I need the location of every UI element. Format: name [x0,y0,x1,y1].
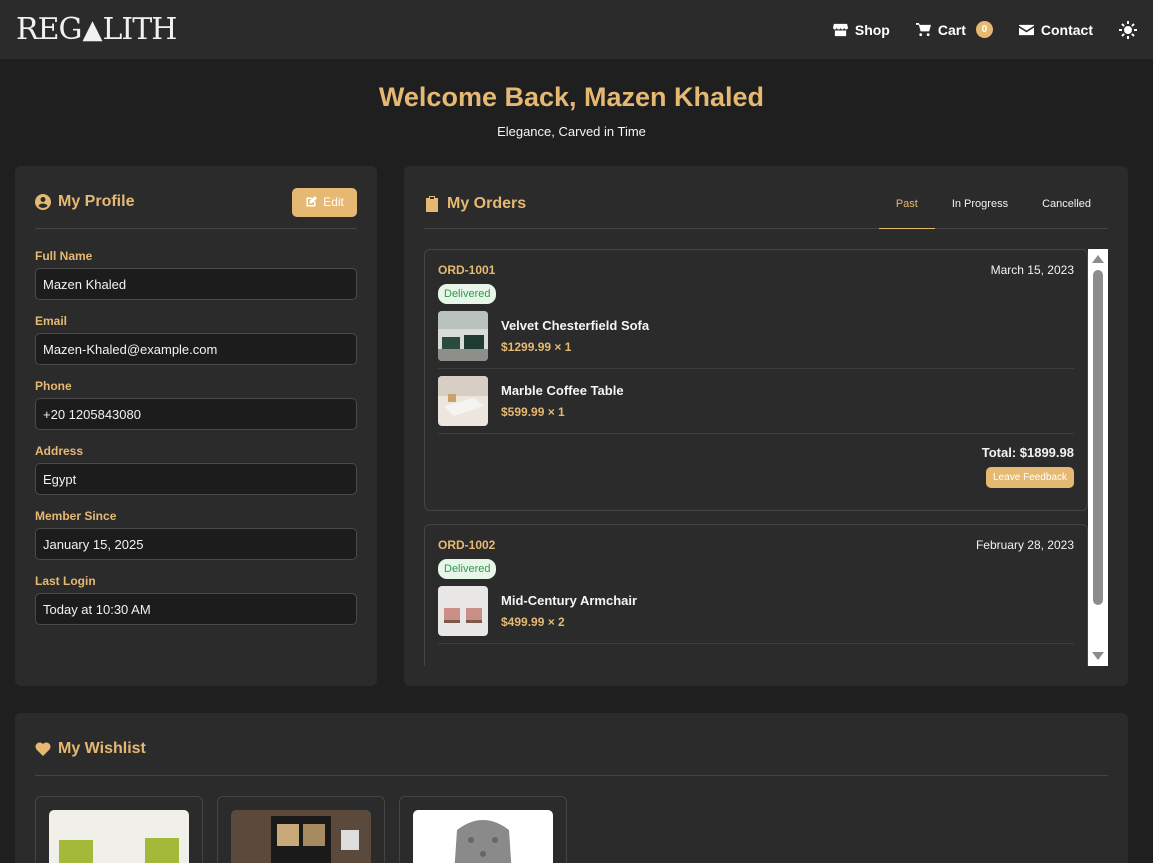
tab-cancelled[interactable]: Cancelled [1025,180,1108,228]
profile-card: My Profile Edit Full Name Email Phone Ad… [15,166,377,686]
scroll-down-arrow-icon[interactable] [1092,652,1104,660]
page-subtitle: Elegance, Carved in Time [497,124,646,139]
page-title: Welcome Back, Mazen Khaled [378,82,765,112]
orders-header: My Orders Past In Progress Cancelled [424,186,1108,229]
orders-title: My Orders [424,195,526,213]
tab-past[interactable]: Past [878,180,935,229]
field-phone: Phone [35,379,357,430]
field-label: Full Name [35,249,93,263]
field-email: Email [35,314,357,365]
nav-contact-link[interactable]: Contact [1018,21,1093,38]
product-thumbnail [438,376,488,426]
wishlist-item[interactable] [399,796,567,863]
edit-profile-button[interactable]: Edit [292,187,357,217]
full-name-field[interactable] [35,268,357,300]
store-icon [832,23,848,37]
order-date: March 15, 2023 [990,263,1074,277]
phone-field[interactable] [35,398,357,430]
field-label: Email [35,314,68,328]
last-login-field[interactable] [35,593,357,625]
field-label: Phone [35,379,72,393]
orders-tabs: Past In Progress Cancelled [878,186,1108,229]
field-member-since: Member Since [35,509,357,560]
field-address: Address [35,444,357,495]
item-price: $599.99 × 1 [501,405,565,419]
order-total: Total: $1899.98 [981,445,1074,460]
leave-feedback-button[interactable]: Leave Feedback [986,467,1074,488]
order-card: ORD-1002 February 28, 2023 Delivered Mid… [424,524,1088,666]
order-item: Mid-Century Armchair $499.99 × 2 [438,579,1074,644]
orders-scrollbar[interactable] [1088,249,1108,666]
cart-icon [915,22,931,37]
product-thumbnail [438,586,488,636]
nav-shop-label: Shop [854,21,890,38]
orders-card: My Orders Past In Progress Cancelled ORD… [404,166,1128,686]
field-full-name: Full Name [35,249,357,300]
field-label: Last Login [35,574,96,588]
order-item: Velvet Chesterfield Sofa $1299.99 × 1 [438,304,1074,369]
item-name: Velvet Chesterfield Sofa [501,318,650,333]
scroll-up-arrow-icon[interactable] [1092,255,1104,263]
wishlist-title: My Wishlist [35,740,146,758]
profile-header: My Profile Edit [35,186,357,229]
item-price: $499.99 × 2 [501,615,565,629]
scrollbar-thumb[interactable] [1093,270,1103,605]
item-price: $1299.99 × 1 [501,340,572,354]
orders-list[interactable]: ORD-1001 March 15, 2023 Delivered Velvet… [424,249,1108,666]
order-id: ORD-1002 [438,538,496,552]
profile-title-text: My Profile [58,193,135,210]
item-name: Marble Coffee Table [501,383,624,398]
orders-title-text: My Orders [447,195,527,212]
wishlist-grid [35,796,1108,863]
nav-cart-link[interactable]: Cart 0 [915,21,993,38]
envelope-icon [1018,24,1034,36]
nav-contact-label: Contact [1040,21,1093,38]
user-circle-icon [35,194,51,210]
status-badge: Delivered [438,559,497,579]
nav-links: Shop Cart 0 Contact [832,20,1137,39]
address-field[interactable] [35,463,357,495]
order-card: ORD-1001 March 15, 2023 Delivered Velvet… [424,249,1088,511]
nav-cart-label: Cart [937,21,966,38]
order-id: ORD-1001 [438,263,496,277]
wishlist-card: My Wishlist [15,713,1128,863]
product-image [49,810,189,863]
product-thumbnail [438,311,488,361]
clipboard-icon [426,196,438,212]
item-name: Mid-Century Armchair [501,593,638,608]
field-label: Member Since [35,509,117,523]
member-since-field[interactable] [35,528,357,560]
wishlist-item[interactable] [35,796,203,863]
cart-count-badge: 0 [975,21,993,38]
profile-title: My Profile [35,193,134,211]
wishlist-title-text: My Wishlist [58,740,146,757]
field-label: Address [35,444,84,458]
product-image [231,810,371,863]
order-item: Marble Coffee Table $599.99 × 1 [438,369,1074,434]
tab-in-progress[interactable]: In Progress [935,180,1025,228]
logo[interactable]: REG ▲ LITH [16,12,177,47]
nav-shop-link[interactable]: Shop [832,21,890,38]
sun-icon [1119,20,1137,39]
status-badge: Delivered [438,284,497,304]
heart-icon [35,742,51,756]
order-date: February 28, 2023 [975,538,1074,552]
wishlist-header: My Wishlist [35,733,1108,776]
edit-button-label: Edit [323,195,344,209]
product-image [413,810,553,863]
edit-icon [306,196,318,207]
wishlist-item[interactable] [217,796,385,863]
field-last-login: Last Login [35,574,357,625]
email-field[interactable] [35,333,357,365]
navbar: REG ▲ LITH Shop Cart 0 Contact [0,0,1153,59]
theme-toggle-button[interactable] [1119,20,1137,39]
